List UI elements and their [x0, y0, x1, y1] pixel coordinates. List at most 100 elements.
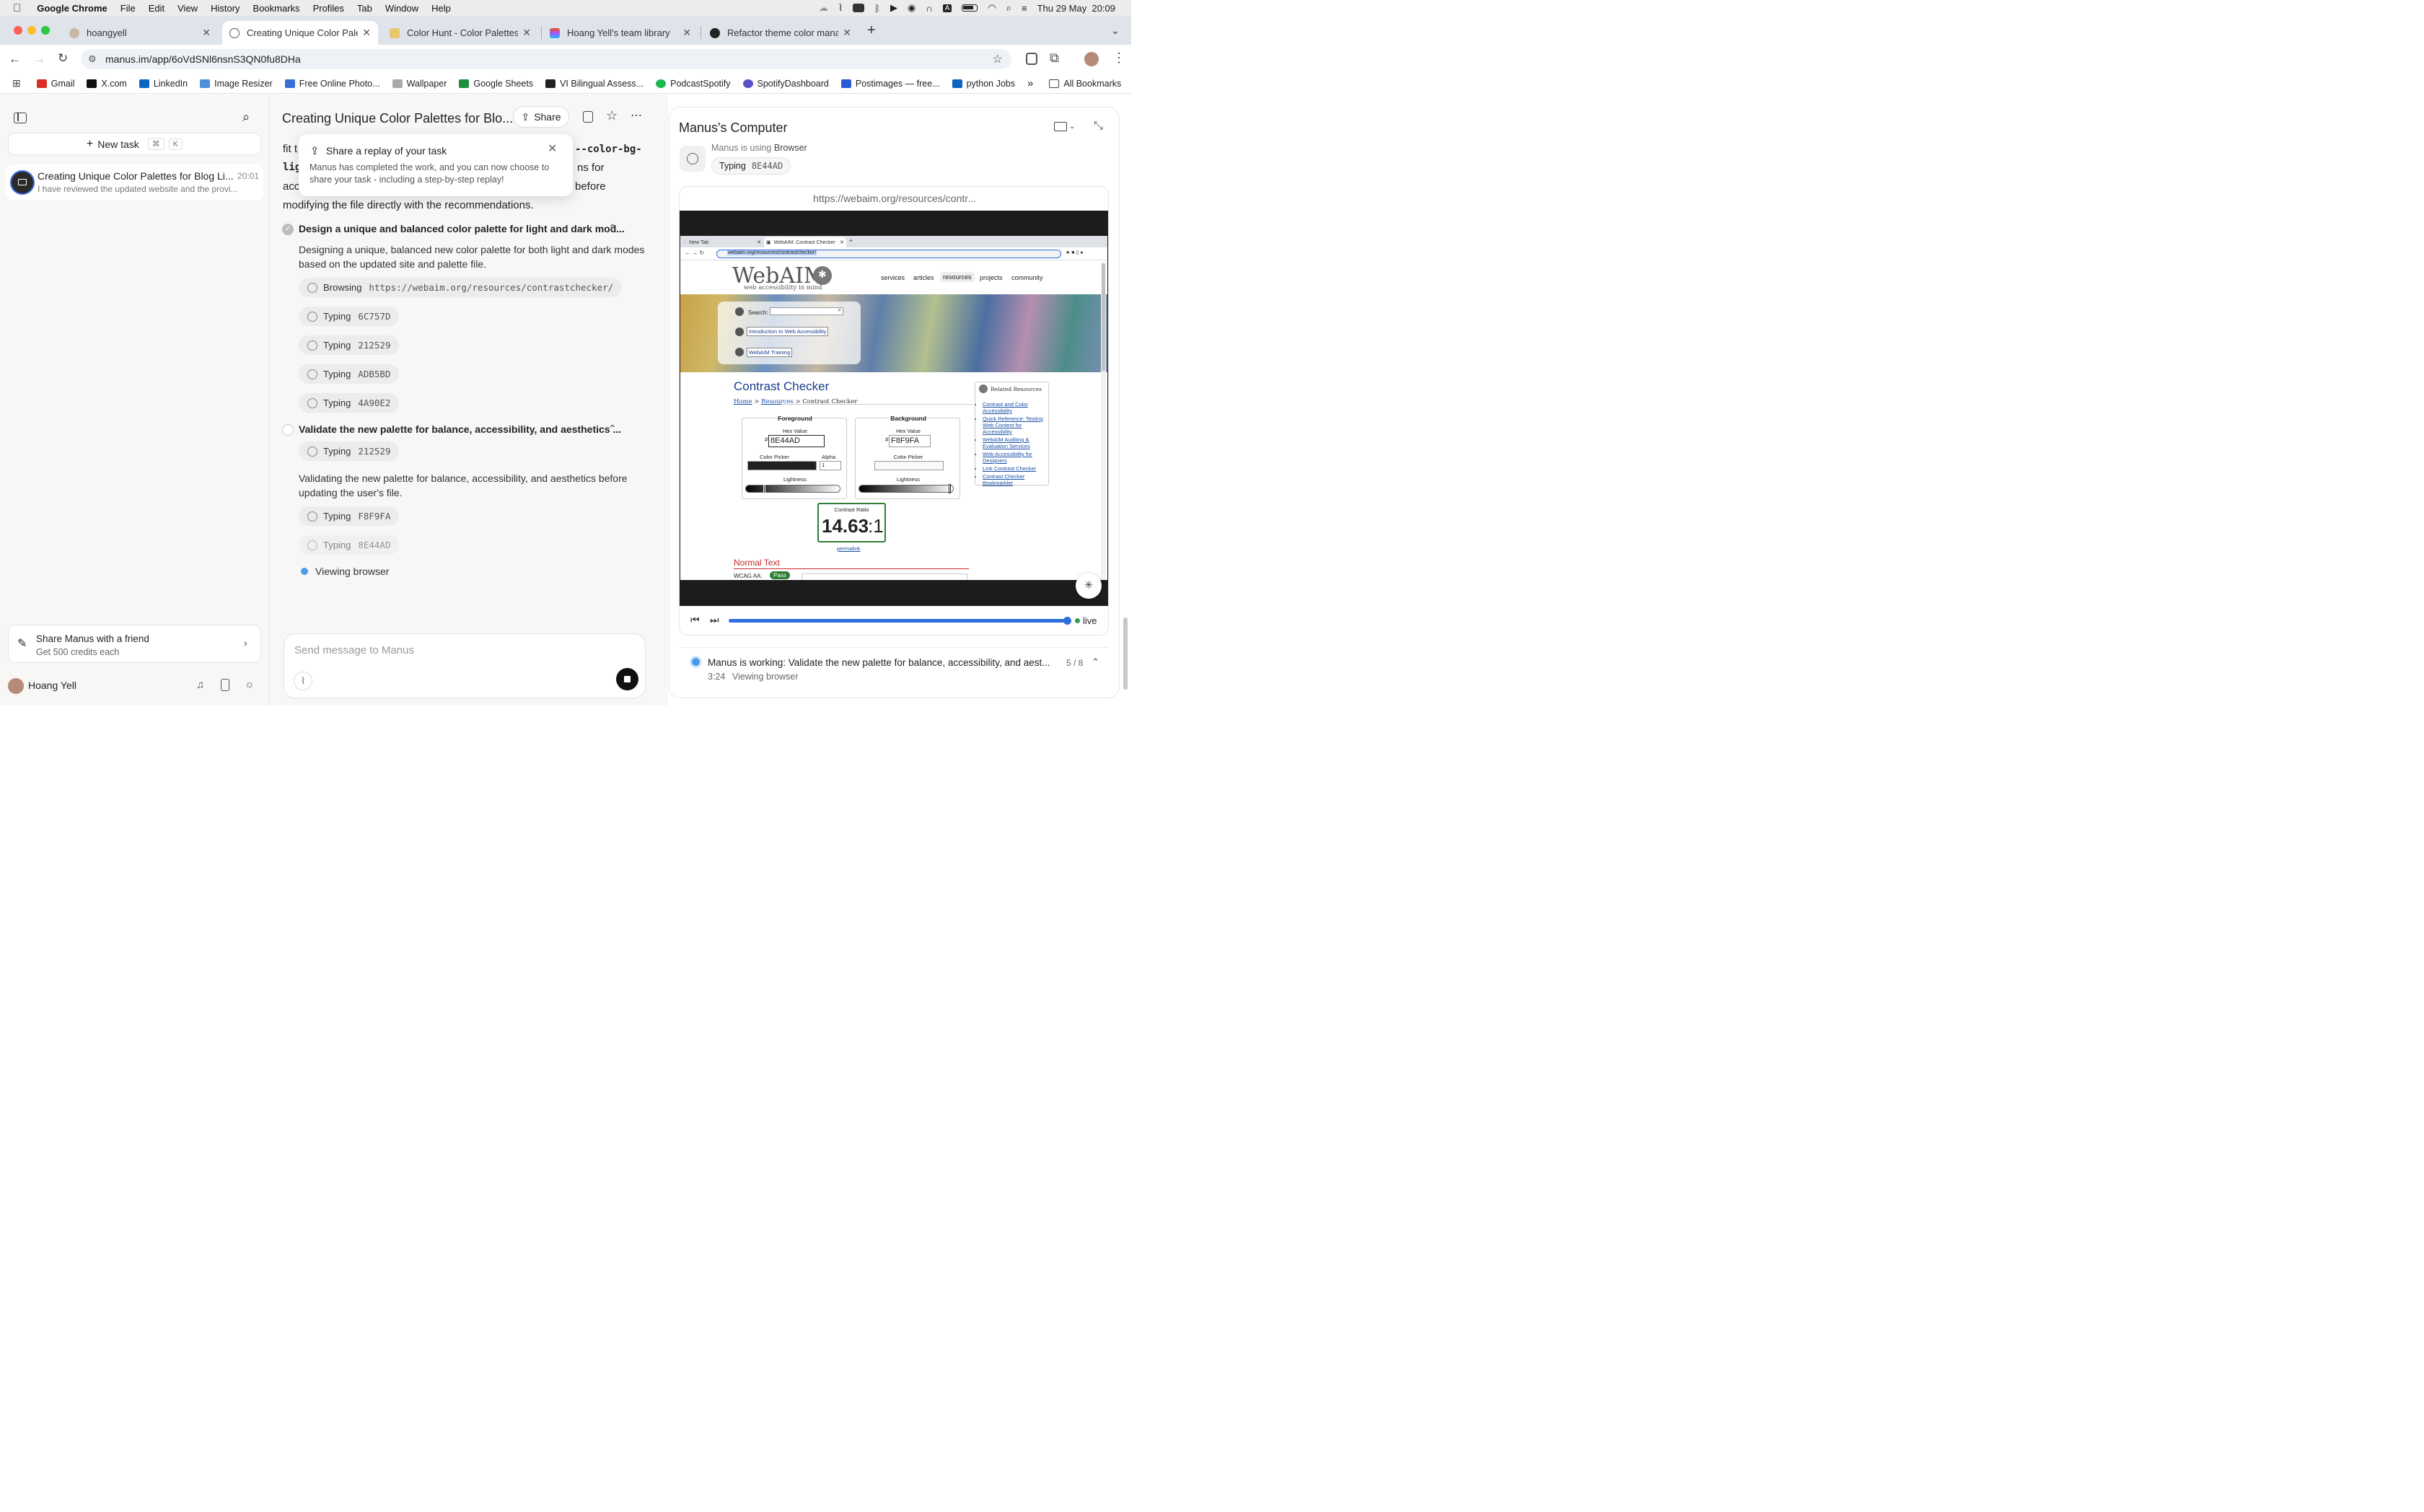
zoom-window-button[interactable] [41, 26, 50, 35]
favorite-star-icon[interactable]: ☆ [606, 108, 618, 123]
bookmark-item[interactable]: VI Bilingual Assess... [545, 79, 644, 89]
more-options-icon[interactable]: ⋯ [631, 108, 642, 123]
menu-window[interactable]: Window [385, 3, 418, 14]
close-window-button[interactable] [14, 26, 22, 35]
bluetooth-icon[interactable]: ᛒ [874, 3, 880, 14]
share-with-friend-card[interactable]: ✎ Share Manus with a friend Get 500 cred… [8, 625, 261, 663]
menu-bookmarks[interactable]: Bookmarks [253, 3, 300, 14]
minimize-panel-icon[interactable]: ⤡ [1094, 120, 1103, 133]
menu-file[interactable]: File [120, 3, 136, 14]
inner-scrollbar[interactable] [1101, 262, 1106, 580]
attach-paperclip-icon[interactable]: ⌇ [294, 672, 312, 690]
permalink-link[interactable]: permalink [837, 545, 861, 552]
menu-help[interactable]: Help [431, 3, 451, 14]
user-name[interactable]: Hoang Yell [28, 680, 76, 691]
foreground-color-picker[interactable] [747, 461, 817, 470]
menubar-datetime[interactable]: Thu 29 May 20:09 [1037, 3, 1115, 14]
live-label[interactable]: live [1083, 615, 1097, 626]
nav-articles[interactable]: articles [913, 274, 934, 281]
action-chip[interactable]: Typing ADB5BD [299, 364, 400, 384]
close-tab-icon[interactable]: ✕ [843, 27, 851, 39]
intro-accessibility-button[interactable]: Introduction to Web Accessibility [747, 327, 829, 336]
apps-grid-icon[interactable]: ⊞ [12, 77, 21, 89]
spotlight-icon[interactable]: ⌕ [1006, 2, 1011, 14]
close-tab-icon[interactable]: ✕ [682, 27, 691, 39]
mobile-icon[interactable] [221, 679, 229, 691]
close-tab-icon[interactable]: ✕ [362, 27, 371, 39]
toggle-sidebar-icon[interactable] [14, 113, 27, 123]
menu-tab[interactable]: Tab [357, 3, 372, 14]
paperclip-icon[interactable]: ⌇ [838, 2, 843, 14]
menu-history[interactable]: History [211, 3, 240, 14]
bookmark-item[interactable]: SpotifyDashboard [742, 79, 829, 89]
control-center-icon[interactable]: ≡ [1022, 3, 1027, 14]
menu-edit[interactable]: Edit [149, 3, 164, 14]
background-hex-input[interactable]: F8F9FA [889, 435, 931, 447]
action-chip[interactable]: Typing 8E44AD [299, 535, 400, 555]
inner-tab-active[interactable]: ▣ WebAIM: Contrast Checker ✕ [764, 237, 846, 247]
tab-color-hunt[interactable]: Color Hunt - Color Palettes fo ✕ [382, 21, 538, 45]
bookmark-item[interactable]: PodcastSpotify [656, 79, 731, 89]
action-chip[interactable]: Typing 212529 [299, 441, 400, 461]
input-source-icon[interactable]: A [942, 4, 952, 12]
background-lightness-slider[interactable] [858, 484, 954, 493]
extensions-puzzle-icon[interactable]: ⧉ [1050, 50, 1059, 66]
menu-view[interactable]: View [177, 3, 198, 14]
page-scrollbar[interactable] [1123, 617, 1128, 690]
headphones-icon[interactable]: ∩ [926, 3, 932, 14]
bookmark-item[interactable]: LinkedIn [139, 79, 188, 89]
bookmark-item[interactable]: Google Sheets [459, 79, 533, 89]
forward-icon[interactable]: → [33, 52, 45, 66]
related-link[interactable]: Link Contrast Checker [983, 465, 1046, 472]
cloud-icon[interactable]: ☁ [819, 2, 828, 14]
action-chip[interactable]: Typing F8F9FA [299, 506, 400, 526]
step-title[interactable]: Design a unique and balanced color palet… [299, 223, 625, 234]
nav-resources[interactable]: resources [940, 272, 975, 282]
bookmark-item[interactable]: Wallpaper [392, 79, 447, 89]
battery-icon[interactable] [962, 4, 978, 12]
webaim-search-input[interactable]: ⌕ [770, 307, 843, 315]
bookmark-item[interactable]: X.com [87, 79, 127, 89]
foreground-hex-input[interactable]: 8E44AD [768, 435, 825, 447]
bookmark-star-icon[interactable]: ☆ [993, 52, 1003, 66]
related-link[interactable]: Contrast and Color Accessibility [983, 401, 1046, 414]
action-chip[interactable]: Typing 6C757D [299, 307, 400, 326]
working-status-bar[interactable]: Manus is working: Validate the new palet… [679, 647, 1109, 688]
inner-address-bar[interactable]: webaim.org/resources/contrastchecker/ [716, 250, 1061, 258]
tab-hoangyell[interactable]: hoangyell ✕ [62, 21, 218, 45]
crumb-home[interactable]: Home [734, 398, 752, 405]
task-list-item[interactable]: Creating Unique Color Palettes for Blog … [6, 164, 263, 201]
background-color-picker[interactable] [874, 461, 944, 470]
action-chip[interactable]: Typing 212529 [299, 335, 400, 355]
tab-search-chevron-icon[interactable]: ⌄ [1111, 25, 1120, 37]
back-icon[interactable]: ← [9, 52, 21, 66]
extension-shield-icon[interactable] [1026, 53, 1037, 65]
collapse-chevron-icon[interactable]: ⌃ [608, 222, 617, 234]
close-tab-icon[interactable]: ✕ [202, 27, 211, 39]
nav-services[interactable]: services [881, 274, 905, 281]
profile-avatar[interactable] [1084, 52, 1099, 66]
files-icon[interactable] [583, 111, 593, 123]
apple-menu-icon[interactable]:  [13, 2, 21, 14]
close-popup-icon[interactable]: ✕ [548, 141, 557, 156]
nav-projects[interactable]: projects [980, 274, 1003, 281]
address-url[interactable]: manus.im/app/6oVdSNl6nsnS3QN0fu8DHa [105, 53, 301, 65]
inner-tab[interactable]: ◌ New Tab ✕ [683, 237, 761, 247]
previous-step-icon[interactable]: ⏮ [690, 614, 700, 626]
related-link[interactable]: WebAIM Auditing & Evaluation Services [983, 436, 1046, 449]
monitor-icon[interactable] [1054, 122, 1067, 131]
related-link[interactable]: Quick Reference: Testing Web Content for… [983, 416, 1046, 435]
take-control-icon[interactable]: ✳ [1076, 573, 1102, 599]
play-icon[interactable]: ▶ [890, 2, 897, 14]
related-link[interactable]: Web Accessibility for Designers [983, 451, 1046, 464]
expand-chevron-icon[interactable]: ⌃ [1092, 656, 1099, 668]
all-bookmarks[interactable]: All Bookmarks [1049, 79, 1121, 89]
step-title[interactable]: Validate the new palette for balance, ac… [299, 423, 621, 435]
chrome-menu-icon[interactable]: ⋮ [1112, 50, 1125, 66]
bookmark-item[interactable]: Postimages — free... [840, 79, 940, 89]
nav-community[interactable]: community [1011, 274, 1043, 281]
keyboard-icon[interactable] [853, 4, 865, 12]
action-chip[interactable]: Typing 4A90E2 [299, 393, 400, 413]
reload-icon[interactable]: ↻ [58, 51, 68, 66]
playback-timeline[interactable] [729, 617, 1072, 625]
